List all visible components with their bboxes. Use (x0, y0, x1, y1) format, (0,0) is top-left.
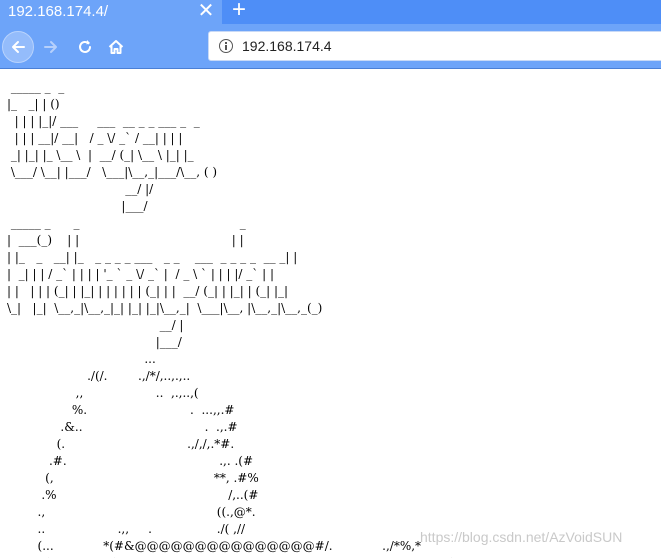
reload-button[interactable] (74, 36, 96, 58)
watermark: https://blog.csdn.net/AzVoidSUN (420, 529, 623, 545)
url-text[interactable]: 192.168.174.4 (242, 38, 332, 55)
ascii-line: ,, .. ,.,..,( (7, 386, 199, 400)
ascii-line: \___/ \__| |___/ \___|\__,_|___/\__, ( ) (7, 165, 218, 179)
ascii-line: |___/ (7, 199, 148, 213)
ascii-line: (, **, .#% (7, 471, 259, 485)
ascii-line: | |_ _ __| |_ _ _ _ _ ___ _ _ ___ _ _ _ … (7, 250, 298, 264)
ascii-line: %. . ...,,.# (7, 403, 235, 417)
ascii-line: | _| | | / _` | | | | '_ ` _ \/ _` | / _… (7, 267, 275, 281)
ascii-line: _____ _ _ (7, 80, 65, 94)
ascii-line: .% /,..(# (7, 488, 259, 502)
ascii-line: (. .,/,/,.*#. (7, 437, 235, 451)
browser-tab[interactable]: 192.168.174.4/ ✕ (0, 0, 222, 24)
ascii-line: ... (7, 352, 156, 366)
ascii-line: (... *(#&@@@@@@@@@@@@@@@#/. .,/*%,* (7, 539, 422, 553)
forward-button[interactable] (40, 36, 62, 58)
ascii-line: _____ _ _ _ (7, 216, 246, 230)
ascii-line: _| |_| |_ \__ \ | __/ (_| \__ \ |_| |_ (7, 148, 194, 162)
info-icon[interactable] (219, 39, 233, 53)
ascii-line: | ___(_) | | | | (7, 233, 244, 247)
ascii-line: |___/ (7, 335, 182, 349)
ascii-line: | | | __|/ __| / _ \/ _` / __| | | | (7, 131, 183, 145)
navigation-toolbar: 192.168.174.4 (0, 24, 661, 69)
reload-icon (79, 40, 91, 53)
ascii-line: .#. .,. .(# (7, 454, 254, 468)
tab-title: 192.168.174.4/ (8, 3, 109, 20)
ascii-line: | | | |_|/ ___ ___ __ _ _ ___ _ _ (7, 114, 200, 128)
ascii-line: |_ _| | () (7, 97, 60, 111)
home-button[interactable] (105, 36, 127, 58)
ascii-line: | | | | | (_| | |_| | | | | | | (_| | | … (7, 284, 289, 298)
tab-strip: 192.168.174.4/ ✕ + (0, 0, 661, 24)
ascii-line: ., ((.,@*. (7, 505, 256, 519)
back-button[interactable] (2, 31, 34, 63)
new-tab-button[interactable]: + (226, 0, 252, 23)
page-content: _____ _ _ |_ _| | () | | | |_|/ ___ ___ … (0, 69, 661, 558)
address-bar[interactable]: 192.168.174.4 (208, 31, 661, 61)
home-icon (108, 40, 124, 54)
forward-arrow-icon (44, 41, 57, 53)
ascii-line: ./(/. .,/*/,..,.,.. (7, 369, 191, 383)
ascii-line: \_| |_| \__,_|\__,_|_| |_| |_|\__,_| \__… (7, 301, 323, 315)
close-icon[interactable]: ✕ (196, 0, 216, 24)
ascii-line: __/ | (7, 318, 184, 332)
back-arrow-icon (12, 41, 25, 53)
ascii-line: .&.. . .,.# (7, 420, 238, 434)
ascii-line: __/ |/ (7, 182, 154, 196)
ascii-line: .. .,, . ./( ,// (7, 522, 246, 536)
ascii-art: _____ _ _ |_ _| | () | | | |_|/ ___ ___ … (7, 79, 452, 558)
